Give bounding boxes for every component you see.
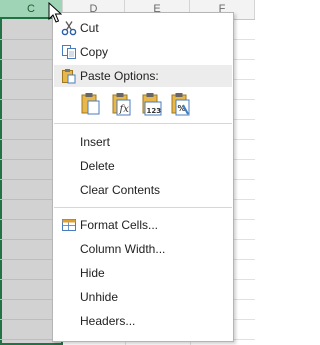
menu-separator bbox=[54, 207, 232, 208]
menu-item-clear-contents[interactable]: Clear Contents bbox=[54, 179, 232, 201]
paste-values-icon[interactable]: 123 bbox=[140, 91, 162, 117]
menu-item-label: Delete bbox=[80, 159, 115, 173]
scissors-icon bbox=[61, 20, 77, 36]
paste-formulas-icon[interactable]: fx bbox=[110, 91, 132, 117]
menu-item-format-cells[interactable]: Format Cells... bbox=[54, 214, 232, 236]
menu-item-column-width[interactable]: Column Width... bbox=[54, 238, 232, 260]
paste-formatting-icon[interactable]: % bbox=[169, 91, 191, 117]
paste-icon[interactable] bbox=[79, 91, 101, 117]
menu-item-insert[interactable]: Insert bbox=[54, 131, 232, 153]
context-menu: Cut Copy Paste Options: fx 123 % Insert … bbox=[52, 12, 234, 342]
menu-item-unhide[interactable]: Unhide bbox=[54, 286, 232, 308]
menu-item-cut[interactable]: Cut bbox=[54, 17, 232, 39]
format-cells-icon bbox=[61, 217, 77, 233]
menu-item-label: Insert bbox=[80, 135, 111, 149]
clipboard-icon bbox=[61, 68, 77, 84]
menu-item-label: Column Width... bbox=[80, 242, 166, 256]
menu-item-label: Clear Contents bbox=[80, 183, 161, 197]
menu-item-label: Unhide bbox=[80, 290, 119, 304]
menu-item-paste-options[interactable]: Paste Options: bbox=[54, 65, 232, 87]
menu-item-label: Headers... bbox=[80, 314, 136, 328]
menu-item-label: Format Cells... bbox=[80, 218, 159, 232]
menu-separator bbox=[54, 123, 232, 124]
menu-item-label: Paste Options: bbox=[80, 69, 159, 83]
menu-item-headers[interactable]: Headers... bbox=[54, 310, 232, 332]
menu-item-delete[interactable]: Delete bbox=[54, 155, 232, 177]
menu-item-label: Cut bbox=[80, 21, 99, 35]
svg-text:fx: fx bbox=[119, 104, 130, 115]
copy-icon bbox=[61, 44, 77, 60]
menu-item-label: Copy bbox=[80, 45, 109, 59]
mouse-pointer-icon bbox=[48, 1, 63, 24]
menu-item-copy[interactable]: Copy bbox=[54, 41, 232, 63]
menu-item-hide[interactable]: Hide bbox=[54, 262, 232, 284]
svg-text:123: 123 bbox=[147, 107, 162, 115]
paste-options-row: fx 123 % bbox=[79, 91, 229, 119]
menu-item-label: Hide bbox=[80, 266, 105, 280]
